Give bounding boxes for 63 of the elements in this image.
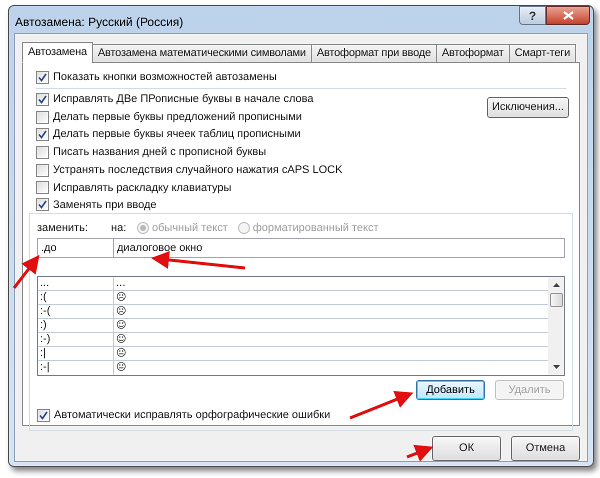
close-icon [562, 11, 574, 20]
scroll-thumb[interactable] [550, 293, 562, 308]
table-cell: :) [38, 319, 114, 332]
checkbox-label: Заменять при вводе [53, 198, 157, 213]
close-button[interactable] [546, 6, 590, 25]
checkbox-label: Делать первые буквы предложений прописными [53, 110, 302, 125]
checkbox[interactable] [36, 110, 49, 124]
check-icon [38, 94, 47, 104]
replace-label: заменить: [37, 220, 89, 236]
window-title: Автозамена: Русский (Россия) [15, 14, 184, 31]
checkbox[interactable] [36, 128, 49, 142]
dialog-button[interactable]: Добавить [416, 380, 485, 400]
tab[interactable]: Автозамена математическими символами [92, 44, 312, 63]
table-cell: :| [38, 347, 114, 360]
exceptions-button[interactable]: Исключения... [487, 96, 569, 118]
checkbox[interactable] [36, 198, 49, 212]
checkbox[interactable] [36, 70, 49, 84]
checkbox-label: Делать первые буквы ячеек таблиц прописными [53, 127, 301, 142]
tab[interactable]: Автозамена [22, 42, 93, 63]
dialog-button[interactable]: Отмена [511, 436, 580, 461]
checkbox[interactable] [36, 164, 49, 177]
scrollbar[interactable] [548, 277, 564, 376]
checkbox-label: Писать названия дней с прописной буквы [53, 145, 266, 160]
table-cell: :( [38, 291, 114, 304]
checkbox-label: Исправлять раскладку клавиатуры [53, 180, 232, 196]
tab[interactable]: Автоформат при вводе [310, 44, 437, 63]
table-cell-text: ☺ [115, 319, 128, 332]
table-cell: :-( [38, 305, 114, 318]
arrow [406, 444, 434, 462]
check-icon [39, 410, 48, 420]
checkbox-label: Исправлять ДВе ПРописные буквы в начале слова [53, 92, 314, 108]
help-button[interactable]: ? [519, 6, 546, 25]
dialog-button[interactable]: ОК [432, 436, 501, 461]
table-cell: ... [38, 277, 114, 290]
table-cell-text: ☹ [115, 291, 128, 304]
table-cell-text: ☺ [115, 333, 128, 346]
check-icon [38, 130, 47, 140]
arrow [349, 390, 414, 420]
checkbox-label: Устранять последствия случайного нажатия cAPS LOCK [53, 162, 342, 178]
checkbox-label: Показать кнопки возможностей автозамены [53, 70, 277, 85]
checkbox[interactable] [36, 181, 49, 194]
radio-label: форматированный текст [252, 220, 378, 236]
with-field[interactable]: диалоговое окно [114, 238, 565, 258]
scroll-down-icon[interactable] [552, 365, 560, 370]
table-cell: :-) [38, 333, 114, 346]
check-icon [38, 72, 47, 82]
tab[interactable]: Автоформат [436, 44, 510, 63]
arrow [12, 254, 40, 289]
checkbox[interactable] [37, 408, 50, 422]
replace-field[interactable]: .до [37, 238, 114, 258]
checkbox[interactable] [36, 146, 49, 159]
with-label: на: [111, 220, 128, 236]
tab[interactable]: Смарт-теги [508, 44, 576, 63]
table-cell-text: 😐 [115, 347, 128, 360]
table-cell-text: 😐 [115, 361, 128, 376]
table-cell-text: ☹ [115, 305, 128, 318]
radio-label: обычный текст [152, 220, 228, 236]
check-icon [38, 200, 47, 210]
checkbox-label: Автоматически исправлять орфографические ошибки [54, 408, 330, 423]
table-cell-text: ... [115, 277, 127, 290]
table-cell: :-| [38, 361, 114, 376]
checkbox[interactable] [36, 92, 49, 106]
scroll-up-icon[interactable] [552, 283, 560, 288]
